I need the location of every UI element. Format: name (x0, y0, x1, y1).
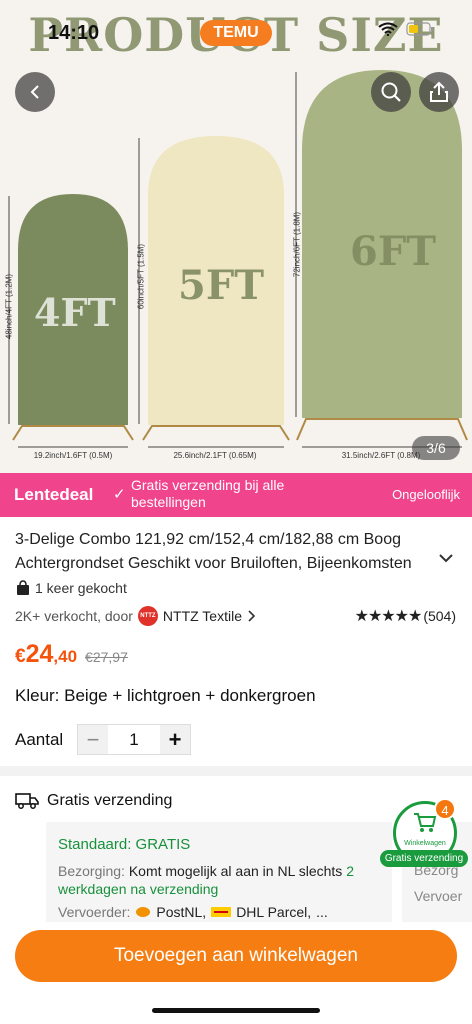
arch-5ft-width-label: 25.6inch/2.1FT (0.65M) (173, 451, 257, 460)
seller-logo: NTTZ (137, 606, 158, 626)
deal-name: Lentedeal (14, 485, 94, 504)
carrier-dhl: DHL Parcel, (236, 904, 312, 920)
shopping-bag-icon (17, 580, 29, 595)
price-decimal: ,40 (53, 647, 78, 666)
cart-count-badge: 4 (434, 798, 456, 820)
carrier-info: Vervoerder: PostNL, DHL Parcel, ... (58, 904, 328, 920)
bottom-bar: Toevoegen aan winkelwagen (0, 922, 472, 1024)
delivery-info: Bezorging: Komt mogelijk al aan in NL sl… (58, 862, 388, 898)
seller-name[interactable]: NTTZ Textile (163, 608, 242, 624)
product-image-carousel[interactable]: PRODUCT SIZE 4FT 5FT 6FT 48inch/4FT (1.2… (0, 0, 472, 473)
chevron-right-icon (248, 610, 256, 622)
carrier-more: ... (316, 904, 328, 920)
arch-4ft-label: 4FT (34, 290, 116, 335)
bought-count: 1 keer gekocht (15, 580, 127, 596)
check-icon: ✓ (113, 486, 126, 503)
quantity-stepper: − 1 + (77, 724, 191, 755)
quantity-increase-button[interactable]: + (160, 725, 190, 754)
chevron-left-icon (30, 85, 39, 99)
chevron-down-icon[interactable] (438, 552, 454, 564)
app-badge: TEMU (200, 20, 272, 46)
delivery-text: Komt mogelijk al aan in NL slechts (128, 863, 343, 879)
cart-free-shipping-badge: Gratis verzending (380, 850, 468, 867)
quantity-label: Aantal (15, 729, 64, 749)
arch-4ft-width-label: 19.2inch/1.6FT (0.5M) (33, 451, 113, 460)
carrier-postnl: PostNL, (156, 904, 207, 920)
quantity-decrease-button[interactable]: − (78, 725, 108, 754)
arch-5ft-height-label: 60inch/5FT (1.5M) (136, 243, 146, 310)
deal-text: Gratis verzending bij alle bestellingen (131, 477, 285, 510)
shipping-standard: Standaard: GRATIS (58, 836, 191, 853)
share-icon (430, 81, 448, 102)
quantity-value[interactable]: 1 (108, 730, 160, 750)
cart-icon (414, 813, 437, 832)
sold-text: 2K+ verkocht, door (15, 608, 133, 624)
seller-row[interactable]: 2K+ verkocht, door NTTZ NTTZ Textile (15, 606, 257, 626)
color-selection[interactable]: Kleur: Beige + lichtgroen + donkergroen (15, 686, 316, 706)
image-page-indicator: 3/6 (412, 436, 460, 460)
price: € 24 ,40 €27,97 (15, 640, 128, 669)
add-to-cart-button[interactable]: Toevoegen aan winkelwagen (15, 930, 457, 982)
cart-label: Winkelwagen (404, 840, 446, 847)
shipping-heading-text: Gratis verzending (47, 792, 173, 809)
price-currency: € (15, 646, 26, 667)
section-divider (0, 766, 472, 776)
wifi-icon (378, 22, 398, 36)
search-icon (381, 82, 401, 102)
status-time: 14:10 (48, 22, 100, 44)
card2-carrier-label: Vervoer (414, 888, 463, 904)
back-button[interactable] (15, 72, 55, 112)
price-integer: 24 (25, 640, 54, 668)
arch-4ft-height-label: 48inch/4FT (1.2M) (4, 273, 14, 340)
delivery-label: Bezorging: (58, 863, 125, 879)
status-bar: 14:10 TEMU (0, 0, 472, 50)
truck-icon (15, 793, 39, 809)
share-button[interactable] (419, 72, 459, 112)
dhl-logo-icon (211, 907, 232, 917)
postnl-logo-icon (136, 907, 151, 917)
product-title[interactable]: 3-Delige Combo 121,92 cm/152,4 cm/182,88… (15, 528, 427, 576)
deal-tagline: Ongelooflijk (392, 487, 460, 502)
quantity-row: Aantal − 1 + (15, 724, 191, 755)
arch-6ft-height-label: 72inch/6FT (1.8M) (292, 211, 302, 278)
shipping-heading[interactable]: Gratis verzending (15, 792, 172, 810)
review-count: (504) (423, 608, 456, 624)
battery-icon (406, 22, 433, 36)
shipping-option-card[interactable]: Standaard: GRATIS Bezorging: Komt mogeli… (46, 822, 392, 924)
arch-6ft-label: 6FT (350, 228, 436, 275)
search-button[interactable] (371, 72, 411, 112)
bought-text: 1 keer gekocht (35, 580, 127, 596)
rating[interactable]: ★★★★★ (504) (355, 606, 456, 626)
deal-banner[interactable]: Lentedeal ✓ Gratis verzending bij alle b… (0, 473, 472, 517)
home-indicator[interactable] (152, 1008, 320, 1013)
carrier-label: Vervoerder: (58, 904, 131, 920)
star-rating-icon: ★★★★★ (354, 608, 423, 625)
arch-5ft-label: 5FT (178, 262, 264, 309)
original-price: €27,97 (85, 649, 128, 665)
